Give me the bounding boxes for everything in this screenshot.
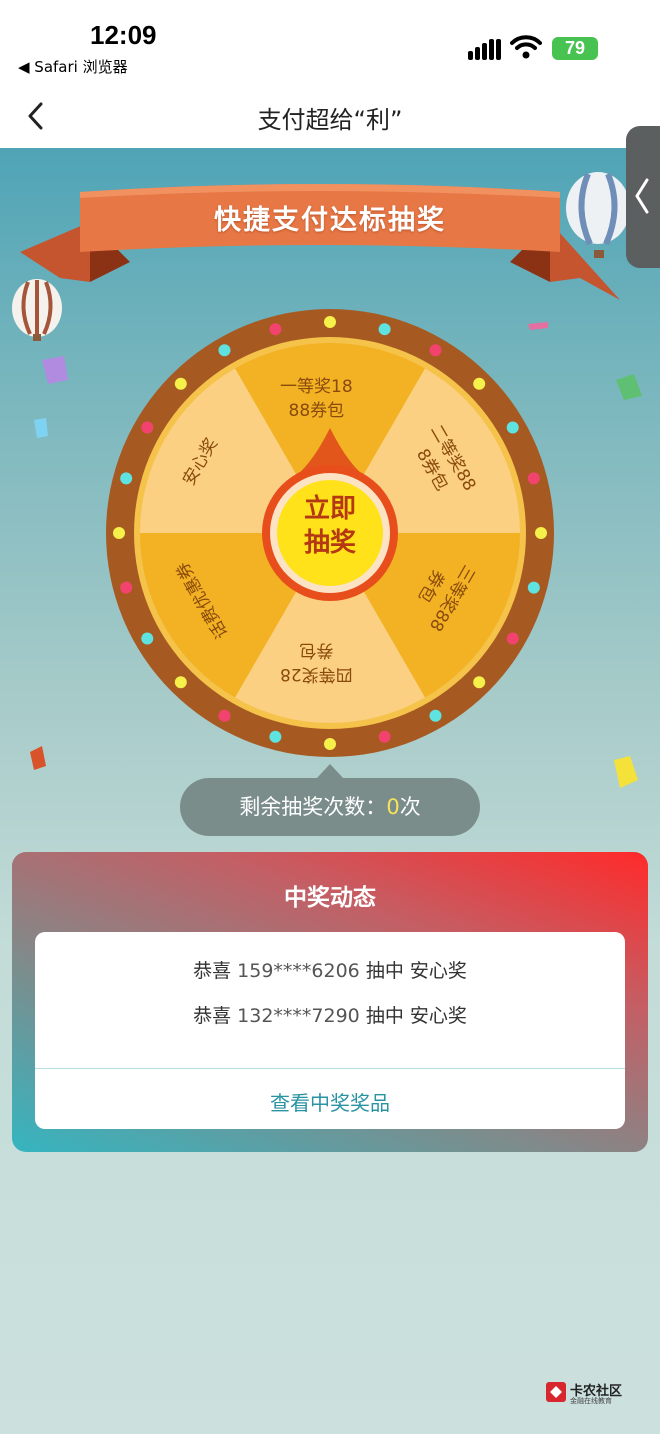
wheel-bulb (473, 377, 486, 390)
wheel-bulb (324, 316, 336, 328)
page-title: 支付超给“利” (257, 106, 403, 134)
list-item: 恭喜 132****7290 抽中 安心奖 (193, 1005, 467, 1027)
wheel-bulb (429, 709, 442, 722)
wheel-bulb (141, 421, 154, 434)
nav-bar: 支付超给“利” (0, 86, 660, 148)
wheel-bulb (506, 632, 519, 645)
status-time: 12:09 (90, 20, 157, 50)
remaining-draws-pill: 剩余抽奖次数：0次 (180, 778, 480, 836)
banner-title: 快捷支付达标抽奖 (214, 205, 446, 236)
wheel-bulb (174, 377, 187, 390)
segment-label-1: 一等奖18 88券包 (280, 377, 353, 421)
watermark-sub: 金融在线教育 (570, 1397, 612, 1405)
wheel-bulb (113, 527, 125, 539)
wheel-bulb (527, 472, 540, 485)
remaining-count: 0 (386, 795, 400, 819)
wheel-bulb (378, 730, 391, 743)
remaining-unit: 次 (399, 795, 421, 819)
back-to-safari-link[interactable]: ◀ Safari 浏览器 (18, 56, 128, 77)
wheel-bulb (378, 323, 391, 336)
wheel-bulb (218, 709, 231, 722)
confetti-yellow (614, 756, 638, 788)
confetti-blue (34, 418, 48, 438)
wheel-bulb (269, 323, 282, 336)
wheel-bulb (141, 632, 154, 645)
list-item: 恭喜 159****6206 抽中 安心奖 (193, 960, 467, 982)
wheel-bulb (174, 676, 187, 689)
confetti-green (616, 374, 642, 400)
confetti-purple (42, 356, 68, 384)
kanong-logo-icon (546, 1382, 566, 1402)
wheel-bulb (473, 676, 486, 689)
confetti-red (30, 746, 46, 770)
divider (35, 1068, 625, 1069)
side-drawer-handle[interactable] (626, 126, 660, 268)
wheel-bulb (120, 472, 133, 485)
wheel-bulb (429, 344, 442, 357)
wheel-bulb (324, 738, 336, 750)
cellular-signal-icon (468, 38, 502, 60)
wifi-icon (510, 35, 542, 59)
chevron-left-icon (635, 178, 649, 214)
view-prizes-link[interactable]: 查看中奖奖品 (0, 1087, 660, 1116)
wheel-bulb (218, 344, 231, 357)
segment-label-4: 四等奖28 券包 (280, 640, 353, 684)
wheel-bulb (269, 730, 282, 743)
wheel-bulb (527, 581, 540, 594)
wheel-bulb (535, 527, 547, 539)
wheel-bulb (120, 581, 133, 594)
remaining-label: 剩余抽奖次数： (239, 795, 387, 819)
battery-indicator: 79 (552, 37, 598, 60)
news-title: 中奖动态 (284, 885, 376, 911)
status-bar: 12:09 ◀ Safari 浏览器 79 (0, 0, 660, 86)
start-lottery-button[interactable]: 立即 抽奖 (296, 492, 364, 560)
pill-pointer (316, 764, 344, 779)
wheel-bulb (506, 421, 519, 434)
